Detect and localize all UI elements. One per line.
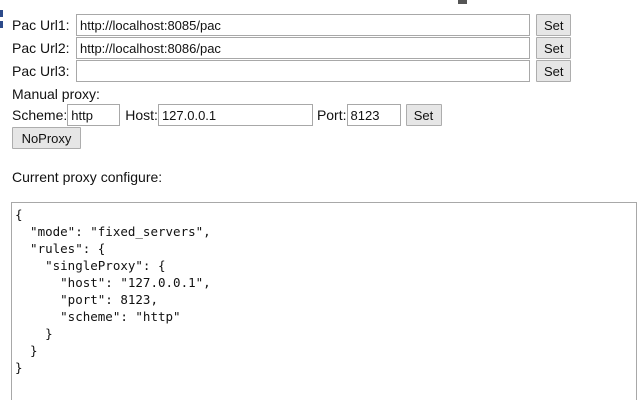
pac-url1-input[interactable]: [76, 14, 530, 36]
port-input[interactable]: [346, 104, 401, 126]
scheme-input[interactable]: [67, 104, 121, 126]
manual-proxy-set-button[interactable]: Set: [405, 104, 442, 126]
pac-url2-set-button[interactable]: Set: [536, 37, 571, 59]
window-edge-mark: [458, 0, 467, 4]
pac-url2-row: Pac Url2: Set: [12, 37, 571, 59]
pac-url2-input[interactable]: [76, 37, 530, 59]
current-config-title-row: Current proxy configure:: [12, 166, 162, 188]
noproxy-row: NoProxy: [12, 127, 81, 149]
pac-url2-label: Pac Url2:: [12, 40, 70, 56]
left-edge-marks: [0, 10, 4, 40]
pac-url3-set-button[interactable]: Set: [536, 60, 571, 82]
pac-url1-set-button[interactable]: Set: [536, 14, 571, 36]
host-input[interactable]: [157, 104, 313, 126]
current-config-title: Current proxy configure:: [12, 169, 163, 185]
current-config-textarea[interactable]: { "mode": "fixed_servers", "rules": { "s…: [11, 202, 637, 400]
host-label: Host:: [125, 107, 158, 123]
pac-url3-row: Pac Url3: Set: [12, 60, 571, 82]
manual-proxy-row: Scheme: Host: Port: Set: [12, 104, 442, 126]
manual-proxy-title-row: Manual proxy:: [12, 83, 100, 105]
pac-url1-label: Pac Url1:: [12, 17, 70, 33]
pac-url1-row: Pac Url1: Set: [12, 14, 571, 36]
pac-url3-label: Pac Url3:: [12, 63, 70, 79]
scheme-label: Scheme:: [12, 107, 68, 123]
pac-url3-input[interactable]: [76, 60, 530, 82]
manual-proxy-title: Manual proxy:: [12, 86, 100, 102]
proxy-settings-page: Pac Url1: Set Pac Url2: Set Pac Url3: Se…: [0, 0, 640, 400]
port-label: Port:: [316, 107, 347, 123]
top-strip: [0, 0, 640, 6]
noproxy-button[interactable]: NoProxy: [12, 127, 81, 149]
